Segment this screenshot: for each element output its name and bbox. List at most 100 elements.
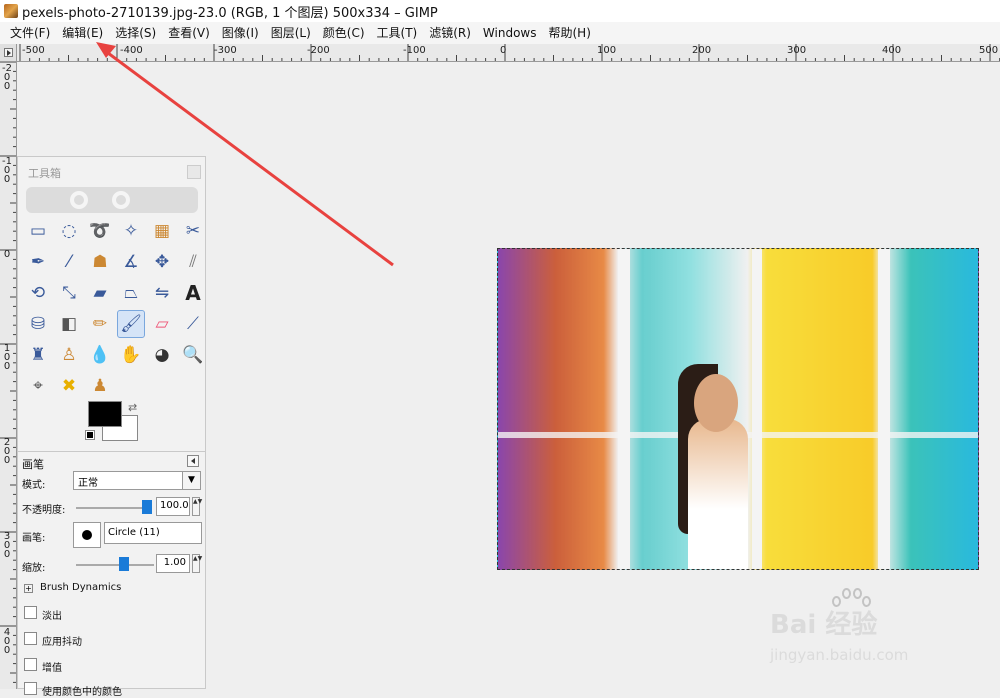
blend-tool-icon[interactable]: ◧ xyxy=(55,310,83,338)
menu-select[interactable]: 选择(S) xyxy=(109,22,162,44)
move-tool-icon[interactable]: ✥ xyxy=(148,248,176,276)
free-select-tool-icon[interactable]: ➰ xyxy=(86,217,114,245)
bucket-fill-tool-icon[interactable]: ⛁ xyxy=(24,310,52,338)
brush-dynamics-expander-icon[interactable]: + xyxy=(24,584,33,593)
clone-tool-icon[interactable]: ♙ xyxy=(55,341,83,369)
eraser-tool-icon[interactable]: ▱ xyxy=(148,310,176,338)
use-color-from-gradient-label: 使用颜色中的颜色 xyxy=(42,687,122,698)
menu-help[interactable]: 帮助(H) xyxy=(543,22,597,44)
image-canvas[interactable] xyxy=(497,248,979,570)
apply-jitter-label: 应用抖动 xyxy=(42,637,82,648)
ink-tool-icon[interactable]: ♜ xyxy=(24,341,52,369)
ruler-label: 300 xyxy=(3,531,11,560)
ruler-label: 500 xyxy=(979,45,999,56)
scale-spin-button[interactable]: ▲▼ xyxy=(192,554,202,573)
apply-jitter-checkbox[interactable] xyxy=(24,632,37,645)
ruler-label: 100 xyxy=(597,45,617,56)
ruler-label: -200 xyxy=(2,63,12,92)
flip-tool-icon[interactable]: ⇋ xyxy=(148,279,176,307)
select-by-color-tool-icon[interactable]: ▦ xyxy=(148,217,176,245)
rect-select-tool-icon[interactable]: ▭ xyxy=(24,217,52,245)
text-tool-icon[interactable]: A xyxy=(179,279,207,307)
fuzzy-select-tool-icon[interactable]: ✧ xyxy=(117,217,145,245)
photo-pillar xyxy=(752,249,762,569)
scissors-tool-icon[interactable]: ✂ xyxy=(179,217,207,245)
menu-view[interactable]: 查看(V) xyxy=(162,22,216,44)
brush-preview-button[interactable] xyxy=(73,522,101,548)
menu-colors[interactable]: 颜色(C) xyxy=(317,22,371,44)
menu-windows[interactable]: Windows xyxy=(477,22,543,44)
paths-tool-icon[interactable]: ✒ xyxy=(24,248,52,276)
zoom-tool-icon[interactable]: 🔍 xyxy=(179,341,207,369)
gimp-app-icon xyxy=(4,4,18,18)
menubar: 文件(F) 编辑(E) 选择(S) 查看(V) 图像(I) 图层(L) 颜色(C… xyxy=(0,22,1000,44)
ellipse-select-tool-icon[interactable]: ◌ xyxy=(55,217,83,245)
ruler-label: -300 xyxy=(214,45,237,56)
menu-filters[interactable]: 滤镜(R) xyxy=(423,22,477,44)
photo-person-body xyxy=(688,419,748,569)
horizontal-ruler[interactable]: -500 -400 -300 -200 -100 0 100 200 300 4… xyxy=(17,44,1000,62)
foreground-color-swatch[interactable] xyxy=(88,401,122,427)
smudge-tool-icon[interactable]: ✋ xyxy=(117,341,145,369)
scale-tool-icon[interactable]: ⤡ xyxy=(55,279,83,307)
ruler-label: -200 xyxy=(307,45,330,56)
tool-options-menu-button[interactable] xyxy=(187,455,199,467)
menu-file[interactable]: 文件(F) xyxy=(4,22,56,44)
swap-colors-icon[interactable]: ⇄ xyxy=(128,401,137,414)
toolbox-panel: 工具箱 ▭ ◌ ➰ ✧ ▦ ✂ ✒ ⁄ ☗ ∡ ✥ ⫽ ⟲ ⤡ ▰ ⏢ ⇋ A … xyxy=(17,156,207,698)
scale-slider-track[interactable] xyxy=(76,564,154,566)
tool-options-panel: 画笔 模式: 正常 ▼ 不透明度: 100.0 ▲▼ 画笔: Circle (1… xyxy=(18,451,205,698)
photo-pillar xyxy=(878,249,890,569)
perspective-clone-tool-icon[interactable]: ♟ xyxy=(86,372,114,400)
ruler-label: -100 xyxy=(403,45,426,56)
paintbrush-tool-icon[interactable]: 🖌 xyxy=(117,310,145,338)
fade-out-checkbox[interactable] xyxy=(24,606,37,619)
incremental-label: 增值 xyxy=(42,663,62,674)
measure-tool-icon[interactable]: ∡ xyxy=(117,248,145,276)
foreground-select-tool-icon[interactable]: ☗ xyxy=(86,248,114,276)
incremental-checkbox[interactable] xyxy=(24,658,37,671)
blur-tool-icon[interactable]: 💧 xyxy=(86,341,114,369)
shear-tool-icon[interactable]: ▰ xyxy=(86,279,114,307)
color-picker-tool-icon[interactable]: ⁄ xyxy=(55,248,83,276)
ruler-label: 100 xyxy=(3,343,11,372)
baidu-jingyan-watermark: Bai 经验 jingyan.baidu.com xyxy=(770,588,1000,678)
scale-label: 缩放: xyxy=(22,563,46,574)
ruler-label: 400 xyxy=(3,627,11,656)
heal-tool-icon[interactable]: ✖ xyxy=(55,372,83,400)
wilber-eye-icon xyxy=(70,191,88,209)
menu-image[interactable]: 图像(I) xyxy=(216,22,265,44)
airbrush-tool-icon[interactable]: ⟋ xyxy=(179,310,207,338)
menu-tools[interactable]: 工具(T) xyxy=(371,22,424,44)
toolbox-close-button[interactable] xyxy=(187,165,201,179)
align-tool-icon[interactable]: ⫽ xyxy=(179,248,207,276)
ruler-label: 400 xyxy=(882,45,902,56)
ruler-label: -400 xyxy=(120,45,143,56)
opacity-input[interactable]: 100.0 xyxy=(156,497,190,516)
brush-label: 画笔: xyxy=(22,533,46,544)
vertical-ruler[interactable]: -200 -100 0 100 200 300 400 xyxy=(0,62,17,689)
ruler-label: 300 xyxy=(787,45,807,56)
menu-edit[interactable]: 编辑(E) xyxy=(56,22,109,44)
reset-colors-icon[interactable] xyxy=(85,430,95,440)
rotate-tool-icon[interactable]: ⟲ xyxy=(24,279,52,307)
ruler-label: 0 xyxy=(3,249,11,260)
scale-input[interactable]: 1.00 xyxy=(156,554,190,573)
brush-dynamics-label[interactable]: Brush Dynamics xyxy=(40,582,121,593)
opacity-slider-track[interactable] xyxy=(76,507,148,509)
crop-tool-icon[interactable]: ⌖ xyxy=(24,372,52,400)
wilber-drop-zone[interactable] xyxy=(26,187,198,213)
scale-slider-thumb[interactable] xyxy=(119,557,129,571)
perspective-tool-icon[interactable]: ⏢ xyxy=(117,279,145,307)
mode-dropdown[interactable]: 正常 ▼ xyxy=(73,471,201,490)
brush-name-field[interactable]: Circle (11) xyxy=(104,522,202,544)
opacity-spin-button[interactable]: ▲▼ xyxy=(192,497,202,516)
quick-mask-arrow-icon xyxy=(4,48,13,57)
dodge-burn-tool-icon[interactable]: ◕ xyxy=(148,341,176,369)
opacity-slider-thumb[interactable] xyxy=(142,500,152,514)
horizontal-ruler-ticks xyxy=(19,44,1000,61)
menu-layer[interactable]: 图层(L) xyxy=(265,22,317,44)
ruler-corner-button[interactable] xyxy=(0,44,17,62)
pencil-tool-icon[interactable]: ✏ xyxy=(86,310,114,338)
watermark-url: jingyan.baidu.com xyxy=(770,646,909,664)
